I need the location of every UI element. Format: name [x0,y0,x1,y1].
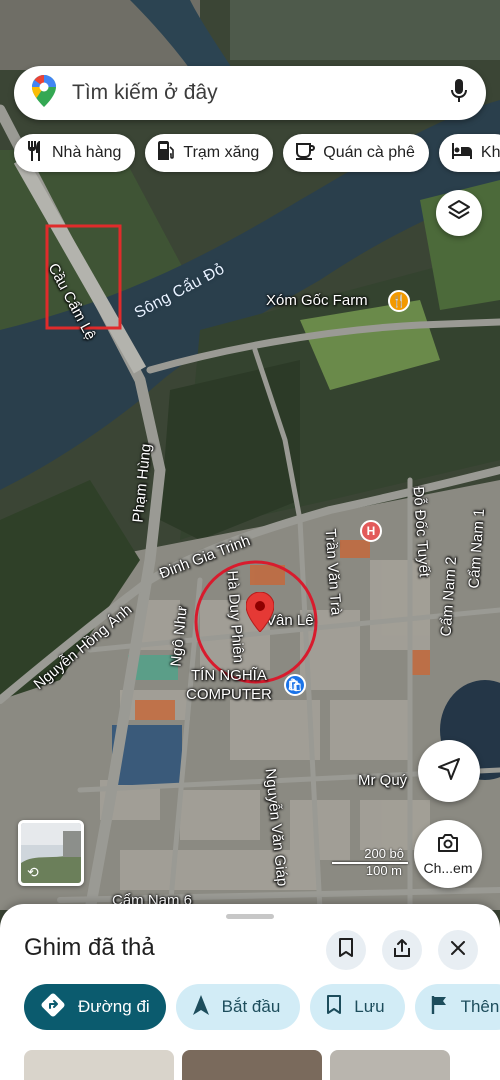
save-button[interactable]: Lưu [310,984,405,1030]
chip-coffee[interactable]: Quán cà phê [283,134,429,172]
layers-icon [447,199,471,228]
chip-restaurants[interactable]: Nhà hàng [14,134,136,172]
chip-label: Nhà hàng [52,144,122,161]
directions-button[interactable]: Đường đi [24,984,166,1030]
chip-label: Quán cà phê [323,144,415,161]
save-label: Lưu [354,997,385,1016]
close-icon [451,940,465,960]
scale-bar: 200 bộ 100 m [332,846,408,878]
photo-strip[interactable] [24,1050,500,1080]
chip-label: Trạm xăng [183,144,260,161]
hospital-pin-icon[interactable]: H [360,520,382,542]
chip-hotels[interactable]: Kh [438,134,500,172]
start-button[interactable]: Bắt đầu [175,984,301,1030]
restaurant-pin-icon[interactable]: 🍴 [388,290,410,312]
rotate-360-icon: ⟲ [27,864,39,880]
poi-label-computer[interactable]: TÍN NGHĨA COMPUTER [186,666,272,704]
chip-label: Kh [480,144,500,161]
photo-thumbnail[interactable] [24,1050,174,1080]
photo-thumbnail[interactable] [330,1050,450,1080]
share-icon [393,938,411,963]
shopping-pin-icon[interactable]: 🛍 [284,674,306,696]
add-label-button[interactable]: Thên [414,984,500,1030]
hotel-icon [451,142,473,164]
chip-gas-stations[interactable]: Trạm xăng [145,134,274,172]
search-bar[interactable]: Tìm kiếm ở đây [14,66,486,120]
sheet-title: Ghim đã thả [24,934,155,961]
microphone-icon[interactable] [450,78,468,109]
close-button[interactable] [438,930,478,970]
camera-explore-button[interactable]: Ch...em [414,820,482,888]
flag-icon [431,995,449,1020]
directions-label: Đường đi [78,997,150,1016]
camera-icon [437,833,459,858]
add-label-text: Thên [460,997,500,1016]
share-button[interactable] [382,930,422,970]
bookmark-icon [338,937,354,963]
camera-button-label: Ch...em [423,859,473,876]
restaurant-icon [26,140,44,166]
bookmark-icon [326,994,342,1020]
navigation-arrow-icon [192,994,210,1021]
category-chips: Nhà hàng Trạm xăng Quán cà phê Kh [14,134,500,172]
google-maps-logo-icon [32,74,56,112]
my-location-button[interactable] [418,740,480,802]
poi-label-mr-quy[interactable]: Mr Quý [358,772,407,789]
poi-label-farm[interactable]: Xóm Gốc Farm [266,292,368,309]
street-view-thumbnail[interactable]: ⟲ [18,820,84,886]
gas-station-icon [157,140,175,166]
coffee-icon [295,141,316,166]
action-buttons: Đường đi Bắt đầu Lưu Thên [24,984,500,1030]
photo-thumbnail[interactable] [182,1050,322,1080]
place-sheet: Ghim đã thả Đường đi Bắt đầu Lưu Thên [0,904,500,1080]
dropped-pin-icon[interactable] [245,591,275,633]
drag-handle[interactable] [226,914,274,919]
directions-icon [40,992,66,1023]
search-input[interactable]: Tìm kiếm ở đây [72,81,450,105]
save-icon-button[interactable] [326,930,366,970]
scale-feet: 200 bộ [364,846,404,861]
start-label: Bắt đầu [221,997,281,1016]
scale-meters: 100 m [365,863,402,878]
navigation-arrow-icon [438,757,460,785]
layers-button[interactable] [436,190,482,236]
